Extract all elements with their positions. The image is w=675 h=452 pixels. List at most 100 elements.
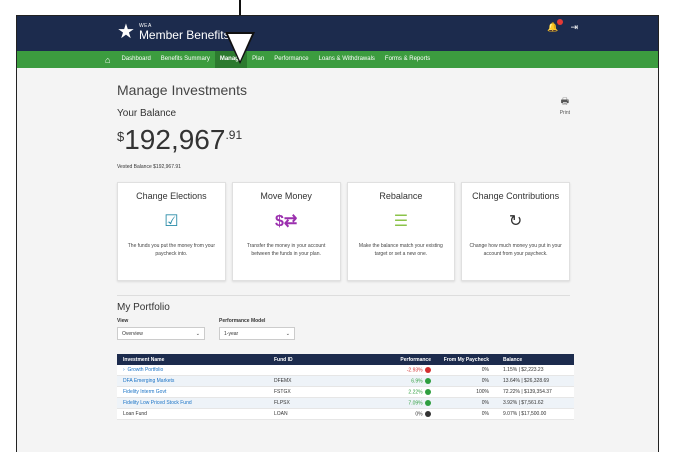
notification-dot <box>557 19 564 25</box>
up-arrow-icon <box>425 388 431 395</box>
paycheck-pct: 100% <box>476 389 489 395</box>
col-balance[interactable]: Balance <box>495 357 574 363</box>
table-row[interactable]: Fidelity Interm Govt FSTGX 2.22% 100% 72… <box>117 387 574 398</box>
performance: 7.09% <box>369 399 437 407</box>
print-button[interactable]: 🖶 Print <box>560 94 570 116</box>
view-label: View <box>117 318 129 324</box>
card-change-elections[interactable]: Change Elections ☑ The funds you put the… <box>117 182 226 281</box>
table-header: Investment Name Fund ID Performance From… <box>117 354 574 365</box>
fund-id: FSTGX <box>274 389 291 395</box>
logo[interactable]: ★ WEA Member Benefits <box>117 22 230 42</box>
home-icon[interactable]: ⌂ <box>105 55 110 65</box>
view-select[interactable]: Overview ⌄ <box>117 327 205 340</box>
nav-performance[interactable]: Performance <box>269 51 313 68</box>
performance-value: -2.93% <box>406 367 423 374</box>
pointer-arrow-fill <box>228 34 252 61</box>
table-row[interactable]: Loan Fund LOAN 0% 0% 9.07% | $17,500.00 <box>117 409 574 420</box>
balance: 72.22% | $139,354.37 <box>503 389 552 395</box>
table-row[interactable]: Fidelity Low Priced Stock Fund FLPSX 7.0… <box>117 398 574 409</box>
performance: 6.9% <box>369 377 437 385</box>
page-title: Manage Investments <box>117 82 247 98</box>
balance-dollar: $ <box>117 129 125 144</box>
investment-name[interactable]: › Growth Portfolio <box>117 367 270 373</box>
performance: 0% <box>369 410 437 417</box>
divider <box>117 295 570 296</box>
model-label: Performance Model <box>219 318 266 324</box>
investment-name[interactable]: Fidelity Low Priced Stock Fund <box>117 400 270 406</box>
investment-name[interactable]: Fidelity Interm Govt <box>117 389 270 395</box>
paycheck-pct: 0% <box>481 367 489 373</box>
star-logo-icon: ★ <box>117 21 135 43</box>
investment-name[interactable]: DFA Emerging Markets <box>117 378 270 384</box>
chevron-down-icon: ⌄ <box>285 330 290 337</box>
table-row[interactable]: › Growth Portfolio -2.93% 0% 1.15% | $2,… <box>117 365 574 376</box>
col-performance[interactable]: Performance <box>369 357 437 363</box>
col-investment-name[interactable]: Investment Name <box>117 357 270 363</box>
model-value: 1-year <box>224 330 239 337</box>
performance: 2.22% <box>369 388 437 396</box>
nav-dashboard[interactable]: Dashboard <box>116 51 155 68</box>
card-desc: Transfer the money in your account betwe… <box>246 243 326 257</box>
fund-id: FLPSX <box>274 400 290 406</box>
view-filter: View Overview ⌄ <box>117 318 205 340</box>
performance-value: 6.9% <box>411 378 423 385</box>
app-window: ★ WEA Member Benefits 🔔 ⇥ ⌂ Dashboard Be… <box>16 15 659 452</box>
down-arrow-icon <box>425 366 431 373</box>
card-desc: Change how much money you put in your ac… <box>469 243 562 257</box>
performance-value: 7.09% <box>408 400 423 407</box>
card-desc: Make the balance match your existing tar… <box>358 243 443 257</box>
refresh-dollar-icon: ↻ <box>508 213 523 230</box>
neutral-icon <box>425 410 431 417</box>
pointer-line <box>239 0 241 16</box>
col-from-paycheck[interactable]: From My Paycheck <box>437 357 495 363</box>
chevron-down-icon: ⌄ <box>195 330 200 337</box>
bell-icon[interactable]: 🔔 <box>547 19 564 33</box>
card-desc: The funds you put the money from your pa… <box>127 243 216 257</box>
dollar-transfer-icon: $⇄ <box>274 213 298 230</box>
portfolio-filters: View Overview ⌄ Performance Model 1-year… <box>117 318 570 340</box>
performance: -2.93% <box>369 366 437 374</box>
logout-icon[interactable]: ⇥ <box>570 22 578 33</box>
card-rebalance[interactable]: Rebalance ☰ Make the balance match your … <box>346 182 456 281</box>
card-title: Change Contributions <box>472 191 560 201</box>
model-select[interactable]: 1-year ⌄ <box>219 327 295 340</box>
card-title: Move Money <box>260 191 312 201</box>
table-row[interactable]: DFA Emerging Markets DFEMX 6.9% 0% 13.64… <box>117 376 574 387</box>
view-value: Overview <box>122 330 143 337</box>
main-nav: ⌂ Dashboard Benefits Summary Manage Plan… <box>17 51 658 68</box>
nav-forms-reports[interactable]: Forms & Reports <box>380 51 435 68</box>
balance: 3.92% | $7,561.62 <box>503 400 544 406</box>
balance-amount: $ 192,967 .91 <box>117 125 570 155</box>
balance-label: Your Balance <box>117 108 177 119</box>
model-filter: Performance Model 1-year ⌄ <box>219 318 295 340</box>
balance: 9.07% | $17,500.00 <box>503 411 547 417</box>
card-title: Change Elections <box>136 191 207 201</box>
fund-id: DFEMX <box>274 378 292 384</box>
logo-big-text: Member Benefits <box>138 27 230 42</box>
top-bar: ★ WEA Member Benefits 🔔 ⇥ <box>17 16 658 51</box>
portfolio-title: My Portfolio <box>117 302 170 313</box>
nav-loans-withdrawals[interactable]: Loans & Withdrawals <box>314 51 380 68</box>
col-fund-id[interactable]: Fund ID <box>270 357 369 363</box>
balance: 1.15% | $2,223.23 <box>503 367 544 373</box>
portfolio-table: Investment Name Fund ID Performance From… <box>117 354 574 420</box>
balance: 13.64% | $26,328.69 <box>503 378 550 384</box>
fund-id: LOAN <box>274 411 288 417</box>
paycheck-pct: 0% <box>481 378 489 384</box>
sliders-icon: ☰ <box>393 213 409 230</box>
chevron-right-icon[interactable]: › <box>123 367 125 373</box>
card-title: Rebalance <box>379 191 423 201</box>
up-arrow-icon <box>425 399 431 406</box>
paycheck-pct: 0% <box>481 411 489 417</box>
nav-benefits-summary[interactable]: Benefits Summary <box>156 51 215 68</box>
printer-icon: 🖶 <box>560 96 570 106</box>
balance-main: 192,967 <box>124 124 226 155</box>
balance-cents: .91 <box>225 128 243 142</box>
investment-name: Loan Fund <box>123 411 147 417</box>
card-move-money[interactable]: Move Money $⇄ Transfer the money in your… <box>231 182 341 281</box>
vested-balance: Vested Balance $192,967.91 <box>117 164 181 170</box>
card-change-contributions[interactable]: Change Contributions ↻ Change how much m… <box>461 182 570 281</box>
main-content: Manage Investments 🖶 Print Your Balance … <box>17 82 658 420</box>
investment-name-text: Growth Portfolio <box>127 367 164 373</box>
performance-value: 2.22% <box>408 389 423 396</box>
